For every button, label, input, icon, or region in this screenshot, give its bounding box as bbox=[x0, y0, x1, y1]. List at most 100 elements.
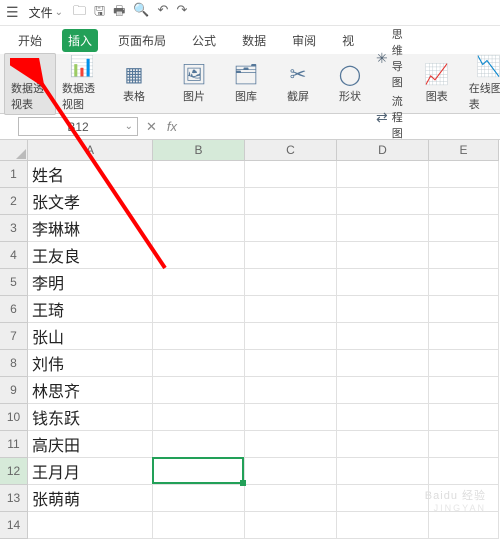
column-header-D[interactable]: D bbox=[337, 140, 429, 161]
row-header-6[interactable]: 6 bbox=[0, 296, 28, 323]
cell-D11[interactable] bbox=[337, 431, 429, 458]
btn-screenshot[interactable]: ✂ 截屏 bbox=[272, 62, 324, 106]
cell-E7[interactable] bbox=[429, 323, 499, 350]
cell-D13[interactable] bbox=[337, 485, 429, 512]
tab-view[interactable]: 视 bbox=[336, 29, 360, 52]
cell-C10[interactable] bbox=[245, 404, 337, 431]
row-header-14[interactable]: 14 bbox=[0, 512, 28, 539]
cell-E6[interactable] bbox=[429, 296, 499, 323]
cell-A14[interactable] bbox=[28, 512, 153, 539]
cell-D10[interactable] bbox=[337, 404, 429, 431]
cell-A9[interactable]: 林思齐 bbox=[28, 377, 153, 404]
fx-icon[interactable]: fx bbox=[167, 119, 177, 134]
row-header-13[interactable]: 13 bbox=[0, 485, 28, 512]
btn-image-lib[interactable]: 🗂 图库 bbox=[220, 62, 272, 106]
row-header-11[interactable]: 11 bbox=[0, 431, 28, 458]
cell-A3[interactable]: 李琳琳 bbox=[28, 215, 153, 242]
cell-C3[interactable] bbox=[245, 215, 337, 242]
row-header-5[interactable]: 5 bbox=[0, 269, 28, 296]
cell-C5[interactable] bbox=[245, 269, 337, 296]
cell-A4[interactable]: 王友良 bbox=[28, 242, 153, 269]
btn-mindmap[interactable]: ✳ 思维导图 bbox=[376, 26, 403, 90]
row-header-3[interactable]: 3 bbox=[0, 215, 28, 242]
cell-E4[interactable] bbox=[429, 242, 499, 269]
cell-B14[interactable] bbox=[153, 512, 245, 539]
cell-A6[interactable]: 王琦 bbox=[28, 296, 153, 323]
worksheet[interactable]: ABCDE 1姓名2张文孝3李琳琳4王友良5李明6王琦7张山8刘伟9林思齐10钱… bbox=[0, 140, 500, 519]
qat-print-icon[interactable]: 🖶 bbox=[113, 2, 125, 24]
cell-C13[interactable] bbox=[245, 485, 337, 512]
row-header-2[interactable]: 2 bbox=[0, 188, 28, 215]
chevron-down-icon[interactable]: ⌄ bbox=[125, 121, 133, 132]
cell-B1[interactable] bbox=[153, 161, 245, 188]
row-header-1[interactable]: 1 bbox=[0, 161, 28, 188]
cell-C7[interactable] bbox=[245, 323, 337, 350]
cell-D9[interactable] bbox=[337, 377, 429, 404]
btn-picture[interactable]: 🖼 图片 bbox=[168, 62, 220, 106]
cell-D14[interactable] bbox=[337, 512, 429, 539]
column-header-B[interactable]: B bbox=[153, 140, 245, 161]
tab-home[interactable]: 开始 bbox=[12, 29, 48, 52]
btn-table[interactable]: ▦ 表格 bbox=[108, 62, 160, 106]
cell-C9[interactable] bbox=[245, 377, 337, 404]
cancel-icon[interactable]: ✕ bbox=[146, 119, 157, 135]
cell-B2[interactable] bbox=[153, 188, 245, 215]
file-menu[interactable]: 文件 ⌄ bbox=[29, 4, 63, 21]
btn-shapes[interactable]: ◯ 形状 bbox=[324, 62, 376, 106]
cell-B6[interactable] bbox=[153, 296, 245, 323]
tab-data[interactable]: 数据 bbox=[236, 29, 272, 52]
cell-C1[interactable] bbox=[245, 161, 337, 188]
cell-C4[interactable] bbox=[245, 242, 337, 269]
row-header-10[interactable]: 10 bbox=[0, 404, 28, 431]
cell-B10[interactable] bbox=[153, 404, 245, 431]
name-box[interactable]: B12 ⌄ bbox=[18, 117, 138, 136]
cell-B9[interactable] bbox=[153, 377, 245, 404]
cell-E8[interactable] bbox=[429, 350, 499, 377]
cell-C2[interactable] bbox=[245, 188, 337, 215]
select-all-corner[interactable] bbox=[0, 140, 28, 161]
cell-B13[interactable] bbox=[153, 485, 245, 512]
cell-B7[interactable] bbox=[153, 323, 245, 350]
cell-D4[interactable] bbox=[337, 242, 429, 269]
cell-E1[interactable] bbox=[429, 161, 499, 188]
cell-A11[interactable]: 高庆田 bbox=[28, 431, 153, 458]
cell-D6[interactable] bbox=[337, 296, 429, 323]
cell-A1[interactable]: 姓名 bbox=[28, 161, 153, 188]
tab-formulas[interactable]: 公式 bbox=[186, 29, 222, 52]
column-header-E[interactable]: E bbox=[429, 140, 499, 161]
cell-C6[interactable] bbox=[245, 296, 337, 323]
cell-E2[interactable] bbox=[429, 188, 499, 215]
cell-E3[interactable] bbox=[429, 215, 499, 242]
btn-pivot-chart[interactable]: 📊 数据透视图 bbox=[56, 54, 108, 114]
qat-preview-icon[interactable]: 🔍 bbox=[133, 2, 149, 24]
qat-save-icon[interactable]: 🖫 bbox=[94, 2, 105, 24]
formula-bar[interactable]: ✕ fx bbox=[138, 114, 500, 139]
cell-E10[interactable] bbox=[429, 404, 499, 431]
cell-A5[interactable]: 李明 bbox=[28, 269, 153, 296]
cell-E11[interactable] bbox=[429, 431, 499, 458]
cell-A10[interactable]: 钱东跃 bbox=[28, 404, 153, 431]
cell-A7[interactable]: 张山 bbox=[28, 323, 153, 350]
cell-B4[interactable] bbox=[153, 242, 245, 269]
qat-open-icon[interactable]: 🗀 bbox=[73, 2, 86, 24]
row-header-4[interactable]: 4 bbox=[0, 242, 28, 269]
row-header-12[interactable]: 12 bbox=[0, 458, 28, 485]
cell-A2[interactable]: 张文孝 bbox=[28, 188, 153, 215]
cell-B5[interactable] bbox=[153, 269, 245, 296]
cell-D8[interactable] bbox=[337, 350, 429, 377]
row-header-8[interactable]: 8 bbox=[0, 350, 28, 377]
menu-icon[interactable]: ☰ bbox=[6, 4, 19, 21]
btn-chart[interactable]: 📈 图表 bbox=[411, 62, 463, 106]
cell-D12[interactable] bbox=[337, 458, 429, 485]
column-header-C[interactable]: C bbox=[245, 140, 337, 161]
cell-B8[interactable] bbox=[153, 350, 245, 377]
cell-A8[interactable]: 刘伟 bbox=[28, 350, 153, 377]
btn-pivot-table[interactable]: ⌗ 数据透视表 bbox=[4, 53, 56, 115]
cell-C8[interactable] bbox=[245, 350, 337, 377]
cell-E14[interactable] bbox=[429, 512, 499, 539]
cell-C14[interactable] bbox=[245, 512, 337, 539]
column-header-A[interactable]: A bbox=[28, 140, 153, 161]
row-header-9[interactable]: 9 bbox=[0, 377, 28, 404]
btn-online-chart[interactable]: 📉 在线图表 bbox=[463, 54, 500, 114]
tab-insert[interactable]: 插入 bbox=[62, 29, 98, 52]
